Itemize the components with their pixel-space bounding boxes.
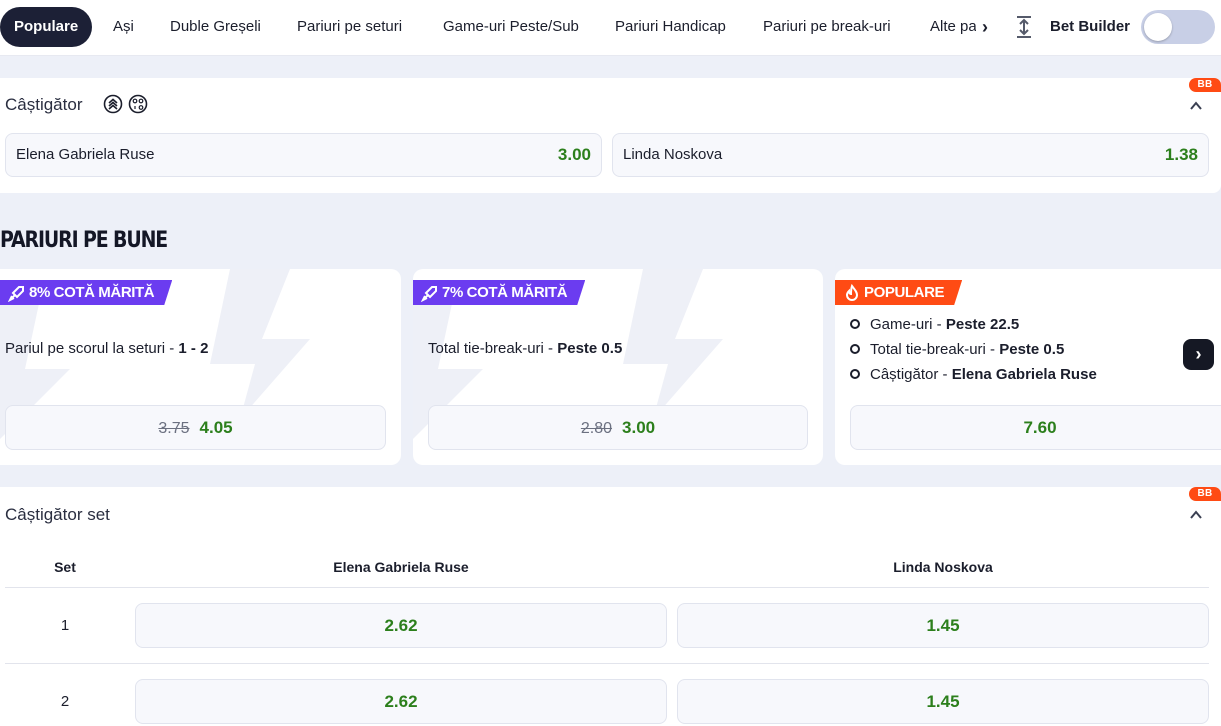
match-markets-page: Populare Ași Duble Greșeli Pariuri pe se… (0, 0, 1221, 726)
winner-market-title: Câștigător (5, 95, 83, 114)
column-header-player1: Elena Gabriela Ruse (333, 559, 469, 575)
tabs-scroll-right-icon[interactable]: › (976, 16, 992, 38)
set1-noskova-odds-button[interactable]: 1.45 (677, 603, 1209, 648)
leg-market: Câștigător (870, 366, 939, 383)
combo-odds-button[interactable]: 7.60 (850, 405, 1221, 450)
combo-leg: Total tie-break-uri - Peste 0.5 (850, 341, 1064, 358)
market-tabs: Populare Ași Duble Greșeli Pariuri pe se… (0, 0, 992, 56)
boost-tag-label: 8% COTĂ MĂRITĂ (29, 284, 155, 301)
popular-tag-label: POPULARE (864, 284, 945, 301)
combo-odds: 7.60 (1023, 418, 1057, 437)
rocket-icon (421, 284, 439, 302)
bet-builder-label: Bet Builder (1050, 18, 1131, 35)
set1-ruse-odds-button[interactable]: 2.62 (135, 603, 667, 648)
carousel-next-icon[interactable]: › (1183, 339, 1214, 370)
leg-market: Total tie-break-uri (870, 341, 986, 358)
tab-game-uri-peste-sub[interactable]: Game-uri Peste/Sub (443, 7, 579, 47)
tab-asi[interactable]: Ași (113, 7, 134, 47)
boost-card: 8% COTĂ MĂRITĂ Pariul pe scorul la setur… (0, 269, 401, 465)
leg-pick: Peste 0.5 (999, 341, 1065, 358)
set-number: 2 (60, 693, 70, 710)
collapse-chevron-icon[interactable] (1189, 99, 1203, 113)
set-number: 1 (60, 617, 70, 634)
boost-pick: 1 - 2 (178, 340, 209, 357)
popular-combo-card: POPULARE Game-uri - Peste 22.5 Total tie… (835, 269, 1221, 465)
tab-populare[interactable]: Populare (0, 7, 93, 47)
boost-market: Pariul pe scorul la seturi (5, 340, 166, 357)
boost-tag: 7% COTĂ MĂRITĂ (413, 280, 585, 305)
set2-noskova-odds-button[interactable]: 1.45 (677, 679, 1209, 724)
old-odds: 3.75 (158, 420, 190, 437)
leg-market: Game-uri (870, 316, 933, 333)
option-name: Linda Noskova (623, 146, 723, 163)
collapse-chevron-icon[interactable] (1189, 508, 1203, 522)
boost-selection: Pariul pe scorul la seturi - 1 - 2 (5, 340, 209, 357)
tab-pariuri-pe-break-uri[interactable]: Pariuri pe break-uri (763, 7, 891, 47)
boosted-odds: 4.05 (199, 418, 233, 437)
column-header-set: Set (54, 559, 76, 575)
bet-builder-badge: BB (1189, 78, 1221, 92)
column-header-player2: Linda Noskova (893, 559, 993, 575)
leg-bullet-icon (850, 369, 860, 379)
option-name: Elena Gabriela Ruse (16, 146, 155, 163)
boost-selection: Total tie-break-uri - Peste 0.5 (428, 340, 623, 357)
winner-option-ruse[interactable]: Elena Gabriela Ruse 3.00 (5, 133, 602, 177)
boosted-odds: 3.00 (622, 418, 656, 437)
boost-tag: 8% COTĂ MĂRITĂ (0, 280, 172, 305)
boost-tag-label: 7% COTĂ MĂRITĂ (442, 284, 568, 301)
winner-market: BB Câștigător Elena Gabriela Ruse 3.00 L… (0, 78, 1221, 193)
leg-bullet-icon (850, 319, 860, 329)
rocket-icon (8, 284, 26, 302)
set2-ruse-odds-button[interactable]: 2.62 (135, 679, 667, 724)
boosts-heading: PARIURI PE BUNE (0, 228, 168, 253)
bet-builder-badge: BB (1189, 487, 1221, 501)
boost-odds-button[interactable]: 2.80 3.00 (428, 405, 808, 450)
boost-market: Total tie-break-uri (428, 340, 544, 357)
tab-pariuri-handicap[interactable]: Pariuri Handicap (615, 7, 726, 47)
boost-pick: Peste 0.5 (557, 340, 623, 357)
bet-builder-toggle[interactable] (1141, 10, 1215, 44)
old-odds: 2.80 (580, 420, 613, 437)
stats-icon[interactable] (103, 94, 123, 114)
winner-option-noskova[interactable]: Linda Noskova 1.38 (612, 133, 1209, 177)
boost-card: 7% COTĂ MĂRITĂ Total tie-break-uri - Pes… (413, 269, 823, 465)
combo-leg: Câștigător - Elena Gabriela Ruse (850, 366, 1097, 383)
set-winner-title: Câștigător set (5, 505, 110, 524)
leg-pick: Elena Gabriela Ruse (951, 366, 1097, 383)
option-odds: 1.38 (1164, 145, 1198, 164)
row-divider (5, 587, 1209, 588)
row-divider (5, 663, 1209, 664)
expand-vertical-icon[interactable] (1014, 15, 1034, 39)
boost-odds-button[interactable]: 3.75 4.05 (5, 405, 386, 450)
tab-pariuri-pe-seturi[interactable]: Pariuri pe seturi (297, 7, 402, 47)
popular-tag: POPULARE (835, 280, 962, 305)
leg-pick: Peste 22.5 (945, 316, 1020, 333)
combo-leg: Game-uri - Peste 22.5 (850, 316, 1019, 333)
score-info-icon[interactable] (128, 94, 148, 114)
toggle-knob (1144, 13, 1172, 41)
option-odds: 3.00 (557, 145, 591, 164)
tab-duble-greseli[interactable]: Duble Greșeli (170, 7, 261, 47)
flame-icon (843, 284, 861, 302)
market-tabs-bar: Populare Ași Duble Greșeli Pariuri pe se… (0, 0, 1221, 56)
leg-bullet-icon (850, 344, 860, 354)
